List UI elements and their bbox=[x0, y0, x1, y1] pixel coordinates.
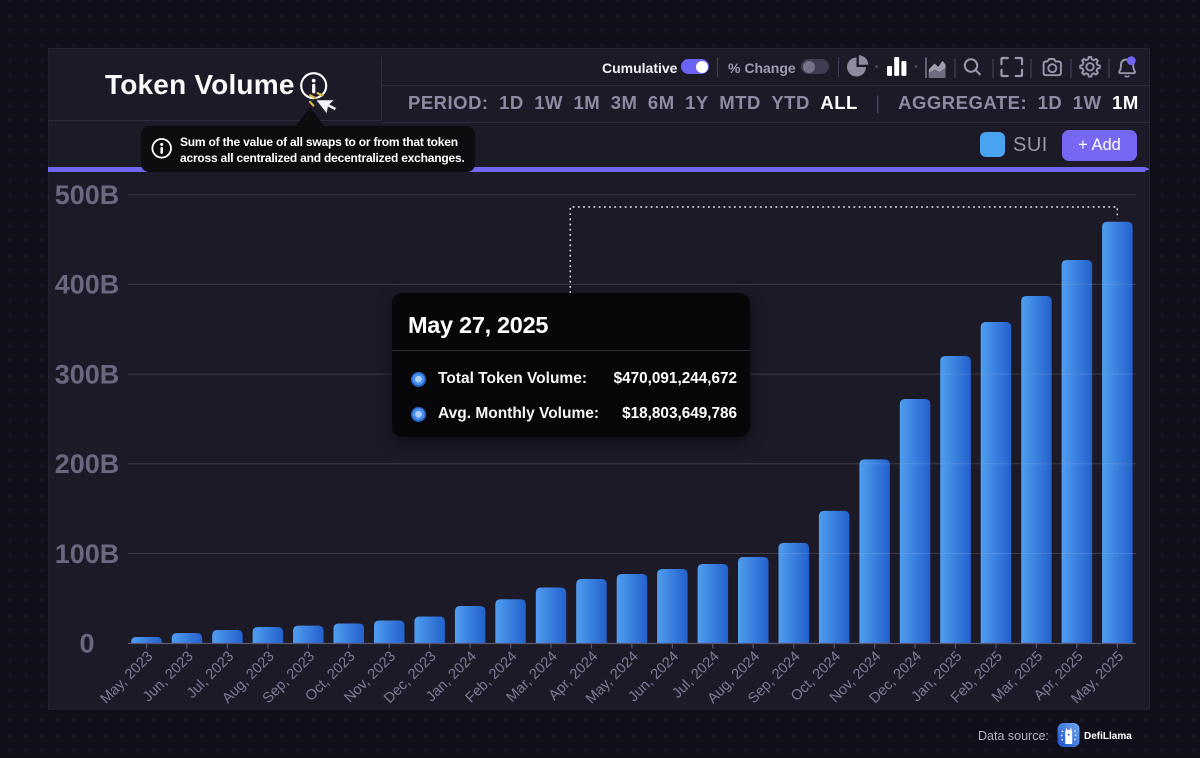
svg-text:200B: 200B bbox=[55, 449, 120, 479]
svg-text:100B: 100B bbox=[55, 539, 120, 569]
svg-text:400B: 400B bbox=[55, 270, 120, 300]
svg-text:500B: 500B bbox=[55, 180, 120, 210]
svg-text:300B: 300B bbox=[55, 359, 120, 389]
svg-text:0: 0 bbox=[79, 629, 94, 659]
